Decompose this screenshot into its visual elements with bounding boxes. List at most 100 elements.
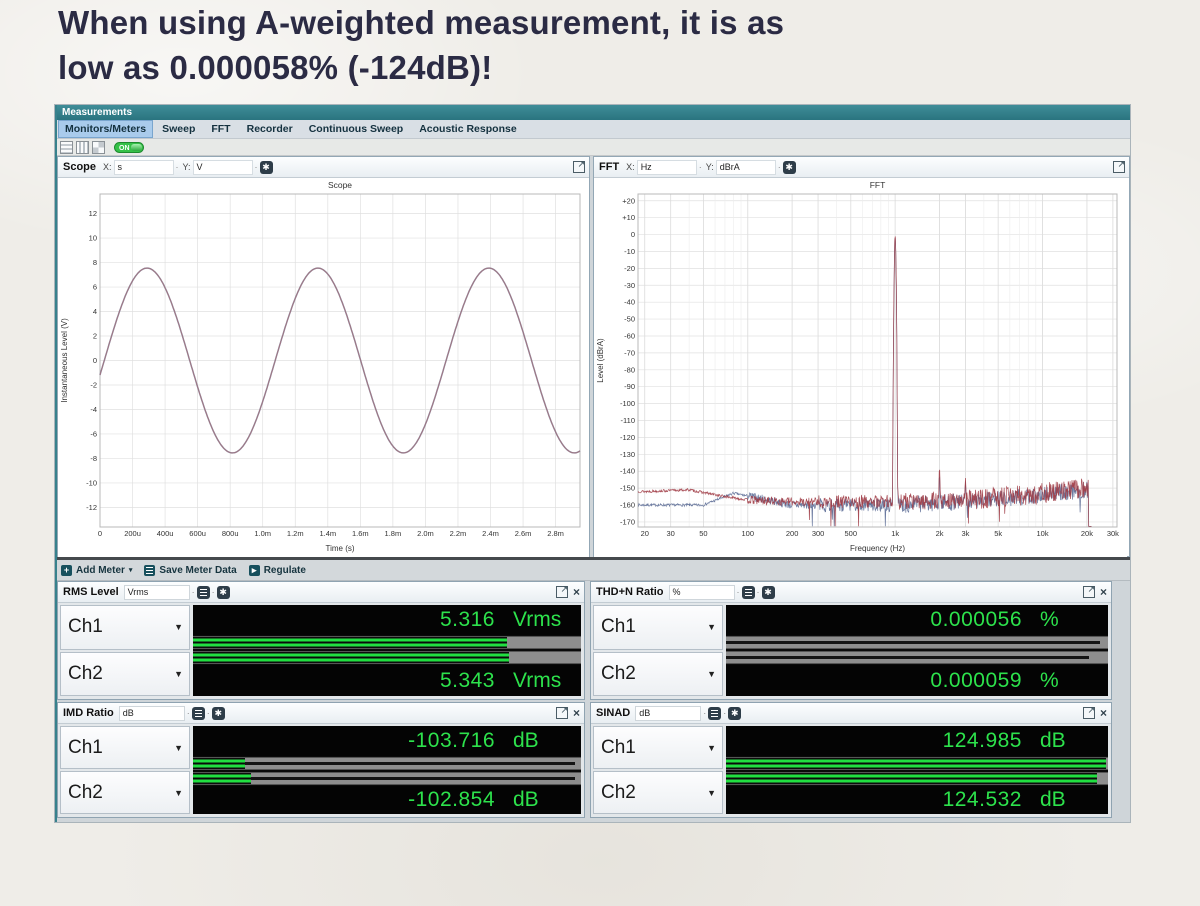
sinad-unit-select[interactable]: dB [635, 706, 701, 721]
rms-level-title: RMS Level [63, 586, 119, 598]
svg-text:500: 500 [845, 529, 858, 538]
scope-settings-gear-icon[interactable] [260, 161, 273, 174]
svg-text:0: 0 [93, 356, 97, 365]
svg-text:300: 300 [812, 529, 825, 538]
sinad-ch2-bar [726, 771, 1108, 786]
tab-fft[interactable]: FFT [205, 121, 236, 137]
fft-title: FFT [599, 161, 619, 173]
sinad-ch1-display: 124.985 dB [726, 726, 1108, 756]
scope-popout-icon[interactable] [573, 161, 585, 173]
tab-sweep[interactable]: Sweep [156, 121, 201, 137]
thdn-unit-select[interactable]: % [669, 585, 735, 600]
chevron-down-icon: ▼ [707, 743, 716, 753]
svg-text:-12: -12 [86, 503, 97, 512]
sinad-ch1-bar [726, 756, 1108, 771]
measurements-window: Measurements Monitors/Meters Sweep FFT R… [55, 105, 1130, 822]
svg-text:-150: -150 [620, 484, 635, 493]
thdn-popout-icon[interactable] [1083, 586, 1095, 598]
sinad-ch2-selector[interactable]: Ch2 ▼ [593, 771, 723, 814]
fft-settings-gear-icon[interactable] [783, 161, 796, 174]
chevron-down-icon: ▼ [174, 788, 183, 798]
svg-text:Level (dBrA): Level (dBrA) [596, 338, 605, 383]
scope-y-label: Y: [183, 162, 191, 172]
dot-separator: · [699, 162, 702, 172]
bar-meter-style-icon[interactable] [708, 707, 721, 720]
meters-grid: RMS Level Vrms · · × Ch1 ▼ Ch2 ▼ [57, 581, 1130, 822]
sinad-settings-gear-icon[interactable] [728, 707, 741, 720]
imd-popout-icon[interactable] [556, 707, 568, 719]
rms-ch1-display: 5.316 Vrms [193, 605, 581, 635]
regulate-button[interactable]: Regulate [249, 565, 306, 576]
svg-text:2.4m: 2.4m [482, 529, 499, 538]
layout-split-icon[interactable] [76, 141, 89, 154]
tab-continuous-sweep[interactable]: Continuous Sweep [303, 121, 410, 137]
svg-text:-4: -4 [90, 405, 97, 414]
layout-quad-icon[interactable] [92, 141, 105, 154]
rms-ch1-selector[interactable]: Ch1 ▼ [60, 605, 190, 650]
layout-single-icon[interactable] [60, 141, 73, 154]
headline-line1: When using A-weighted measurement, it is… [58, 0, 784, 45]
fft-y-label: Y: [706, 162, 714, 172]
svg-text:2.8m: 2.8m [547, 529, 564, 538]
imd-ch1-display: -103.716 dB [193, 726, 581, 756]
thdn-ch1-selector[interactable]: Ch1 ▼ [593, 605, 723, 650]
svg-text:-90: -90 [624, 382, 635, 391]
svg-text:FFT: FFT [870, 180, 886, 190]
tab-recorder[interactable]: Recorder [241, 121, 299, 137]
scope-x-unit-select[interactable]: s [114, 160, 174, 175]
bar-meter-style-icon[interactable] [742, 586, 755, 599]
add-meter-icon [61, 565, 72, 576]
imd-settings-gear-icon[interactable] [212, 707, 225, 720]
scope-x-label: X: [103, 162, 112, 172]
save-meter-data-button[interactable]: Save Meter Data [144, 565, 236, 576]
rms-settings-gear-icon[interactable] [217, 586, 230, 599]
fft-y-unit-select[interactable]: dBrA [716, 160, 776, 175]
sinad-close-icon[interactable]: × [1100, 708, 1107, 718]
imd-ch2-bar [193, 771, 581, 786]
imd-ch1-selector[interactable]: Ch1 ▼ [60, 726, 190, 769]
rms-close-icon[interactable]: × [573, 587, 580, 597]
fft-popout-icon[interactable] [1113, 161, 1125, 173]
chevron-down-icon: ▼ [174, 622, 183, 632]
bar-meter-style-icon[interactable] [197, 586, 210, 599]
thdn-ch2-selector[interactable]: Ch2 ▼ [593, 652, 723, 697]
window-titlebar: Measurements [57, 105, 1130, 120]
imd-ch1-bar [193, 756, 581, 771]
rms-ch2-bar [193, 650, 581, 665]
fft-chart-area: FFT+20+100-10-20-30-40-50-60-70-80-90-10… [594, 178, 1129, 556]
save-meter-data-label: Save Meter Data [159, 565, 236, 576]
chevron-down-icon: ▾ [129, 566, 133, 574]
tab-acoustic-response[interactable]: Acoustic Response [413, 121, 522, 137]
rms-unit-select[interactable]: Vrms [124, 585, 190, 600]
bar-meter-style-icon[interactable] [192, 707, 205, 720]
svg-text:0: 0 [98, 529, 102, 538]
thdn-settings-gear-icon[interactable] [762, 586, 775, 599]
imd-close-icon[interactable]: × [573, 708, 580, 718]
svg-text:+10: +10 [622, 213, 635, 222]
fft-x-unit-select[interactable]: Hz [637, 160, 697, 175]
sinad-header: SINAD dB · · × [591, 703, 1111, 724]
measurement-tabs: Monitors/Meters Sweep FFT Recorder Conti… [57, 120, 1130, 139]
regulate-label: Regulate [264, 565, 306, 576]
add-meter-label: Add Meter [76, 565, 125, 576]
svg-text:-40: -40 [624, 298, 635, 307]
svg-text:-110: -110 [621, 416, 635, 425]
scope-y-unit-select[interactable]: V [193, 160, 253, 175]
svg-text:6: 6 [93, 283, 97, 292]
imd-ch2-selector[interactable]: Ch2 ▼ [60, 771, 190, 814]
thdn-close-icon[interactable]: × [1100, 587, 1107, 597]
sinad-ch1-selector[interactable]: Ch1 ▼ [593, 726, 723, 769]
svg-text:Frequency (Hz): Frequency (Hz) [850, 544, 905, 553]
rms-popout-icon[interactable] [556, 586, 568, 598]
tab-monitors-meters[interactable]: Monitors/Meters [59, 121, 152, 137]
dot-separator: · [757, 587, 760, 597]
generator-on-toggle[interactable]: ON [114, 142, 144, 153]
imd-unit-select[interactable]: dB [119, 706, 185, 721]
sinad-panel: SINAD dB · · × Ch1 ▼ Ch2 ▼ [590, 702, 1112, 818]
sinad-popout-icon[interactable] [1083, 707, 1095, 719]
svg-text:-10: -10 [624, 247, 635, 256]
svg-text:Time (s): Time (s) [325, 544, 354, 553]
thdn-ratio-panel: THD+N Ratio % · · × Ch1 ▼ Ch2 ▼ [590, 581, 1112, 700]
rms-ch2-selector[interactable]: Ch2 ▼ [60, 652, 190, 697]
add-meter-button[interactable]: Add Meter ▾ [61, 565, 132, 576]
